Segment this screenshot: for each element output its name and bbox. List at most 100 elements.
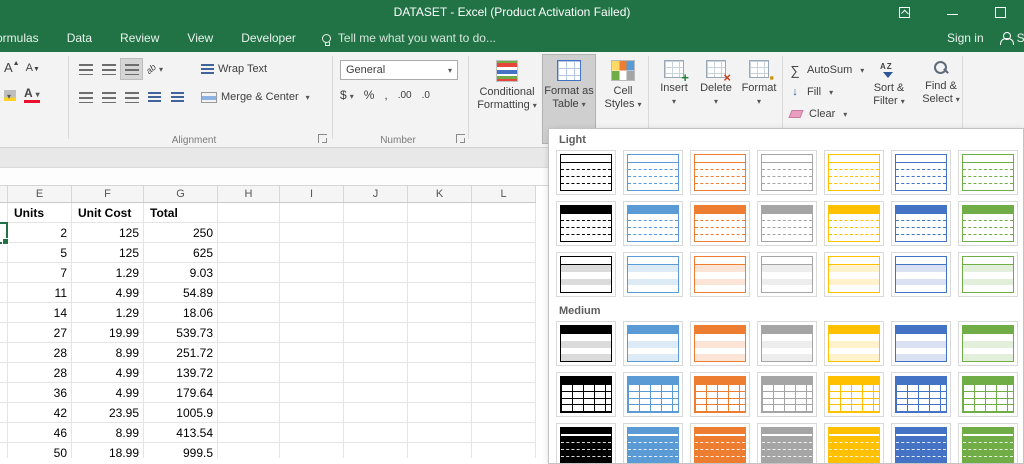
sheet-cell[interactable]: 23.95 <box>72 403 144 423</box>
merge-center-button[interactable]: Merge & Center <box>198 87 313 107</box>
sheet-cell[interactable] <box>344 263 408 283</box>
sheet-cell[interactable] <box>344 343 408 363</box>
sheet-cell[interactable]: 28 <box>8 363 72 383</box>
sheet-cell[interactable] <box>472 303 536 323</box>
sheet-cell[interactable] <box>280 443 344 458</box>
sheet-cell[interactable] <box>0 283 8 303</box>
middle-align-icon[interactable] <box>97 58 120 80</box>
sheet-cell[interactable] <box>344 323 408 343</box>
sheet-cell[interactable] <box>408 263 472 283</box>
table-style-medium-blue[interactable] <box>623 372 683 417</box>
sheet-cell[interactable] <box>0 343 8 363</box>
share-button[interactable]: Sha <box>999 31 1024 45</box>
sheet-cell[interactable]: 11 <box>8 283 72 303</box>
maximize-icon[interactable] <box>995 6 1006 18</box>
sheet-cell[interactable]: 9.03 <box>144 263 218 283</box>
table-style-light-green[interactable] <box>958 150 1018 195</box>
top-align-icon[interactable] <box>74 58 97 80</box>
sheet-cell[interactable]: 1005.9 <box>144 403 218 423</box>
fill-button[interactable]: ↓ Fill <box>788 83 833 101</box>
sheet-cell[interactable] <box>218 223 280 243</box>
sheet-cell[interactable] <box>408 283 472 303</box>
sheet-cell[interactable] <box>280 303 344 323</box>
table-style-light-green[interactable] <box>958 201 1018 246</box>
sheet-cell[interactable] <box>472 363 536 383</box>
number-dialog-launcher[interactable] <box>456 134 465 143</box>
table-style-medium-orange[interactable] <box>690 321 750 366</box>
minimize-icon[interactable] <box>947 14 958 15</box>
table-style-medium-gray[interactable] <box>757 372 817 417</box>
sheet-cell[interactable] <box>344 443 408 458</box>
column-header-partial[interactable] <box>0 186 8 202</box>
table-style-light-black[interactable] <box>556 252 616 297</box>
table-style-light-indigo[interactable] <box>891 150 951 195</box>
fill-color-icon[interactable] <box>4 90 16 101</box>
sheet-cell[interactable]: 251.72 <box>144 343 218 363</box>
sheet-cell[interactable] <box>408 443 472 458</box>
sheet-cell[interactable]: 50 <box>8 443 72 458</box>
sheet-cell[interactable] <box>472 343 536 363</box>
sheet-cell[interactable] <box>408 403 472 423</box>
sheet-cell[interactable] <box>344 303 408 323</box>
sheet-cell[interactable] <box>0 403 8 423</box>
sheet-cell[interactable] <box>0 443 8 458</box>
table-style-medium-gold[interactable] <box>824 321 884 366</box>
align-right-icon[interactable] <box>120 86 143 108</box>
number-format-select[interactable]: General <box>340 60 458 80</box>
tab-developer[interactable]: Developer <box>227 24 310 52</box>
sheet-cell[interactable] <box>472 223 536 243</box>
sheet-cell[interactable] <box>0 423 8 443</box>
sheet-cell[interactable] <box>218 323 280 343</box>
tab-view[interactable]: View <box>173 24 227 52</box>
table-style-light-gray[interactable] <box>757 150 817 195</box>
sheet-cell[interactable] <box>280 243 344 263</box>
sheet-cell[interactable] <box>218 203 280 223</box>
tab-review[interactable]: Review <box>106 24 173 52</box>
sheet-cell[interactable] <box>218 343 280 363</box>
percent-button[interactable]: % <box>364 88 375 102</box>
sheet-cell[interactable]: 139.72 <box>144 363 218 383</box>
sheet-cell[interactable] <box>0 263 8 283</box>
table-style-medium-black[interactable] <box>556 372 616 417</box>
sheet-cell[interactable] <box>408 243 472 263</box>
sheet-cell[interactable] <box>472 323 536 343</box>
align-center-icon[interactable] <box>97 86 120 108</box>
sheet-cell[interactable] <box>280 423 344 443</box>
sheet-cell[interactable] <box>408 223 472 243</box>
table-style-light-orange[interactable] <box>690 252 750 297</box>
sheet-cell[interactable] <box>344 243 408 263</box>
table-style-light-indigo[interactable] <box>891 201 951 246</box>
sheet-cell[interactable] <box>218 243 280 263</box>
column-header[interactable]: J <box>344 186 408 202</box>
sheet-cell[interactable] <box>218 283 280 303</box>
sign-in-link[interactable]: Sign in <box>947 31 984 45</box>
table-style-light-gold[interactable] <box>824 201 884 246</box>
table-style-light-blue[interactable] <box>623 201 683 246</box>
sheet-cell[interactable] <box>280 363 344 383</box>
sheet-cell[interactable]: 54.89 <box>144 283 218 303</box>
tab-formulas[interactable]: ormulas <box>0 24 53 52</box>
sheet-cell[interactable] <box>280 343 344 363</box>
sheet-cell[interactable]: 7 <box>8 263 72 283</box>
table-style-light-orange[interactable] <box>690 150 750 195</box>
column-header[interactable]: F <box>72 186 144 202</box>
sheet-cell[interactable] <box>0 243 8 263</box>
column-header[interactable]: G <box>144 186 218 202</box>
sheet-cell[interactable] <box>218 403 280 423</box>
sheet-cell[interactable]: 999.5 <box>144 443 218 458</box>
sheet-cell[interactable] <box>280 323 344 343</box>
sheet-cell[interactable] <box>472 443 536 458</box>
sheet-cell[interactable] <box>344 363 408 383</box>
sheet-cell[interactable]: 5 <box>8 243 72 263</box>
column-header[interactable]: H <box>218 186 280 202</box>
bottom-align-icon[interactable] <box>120 58 143 80</box>
wrap-text-button[interactable]: Wrap Text <box>198 59 270 79</box>
sheet-cell[interactable] <box>408 383 472 403</box>
sheet-cell[interactable] <box>218 383 280 403</box>
sheet-cell[interactable]: 14 <box>8 303 72 323</box>
increase-font-icon[interactable]: A▲ <box>4 60 20 75</box>
table-style-medium-indigo[interactable] <box>891 321 951 366</box>
sheet-cell[interactable] <box>344 383 408 403</box>
sheet-cell[interactable]: 250 <box>144 223 218 243</box>
sheet-cell[interactable] <box>280 383 344 403</box>
